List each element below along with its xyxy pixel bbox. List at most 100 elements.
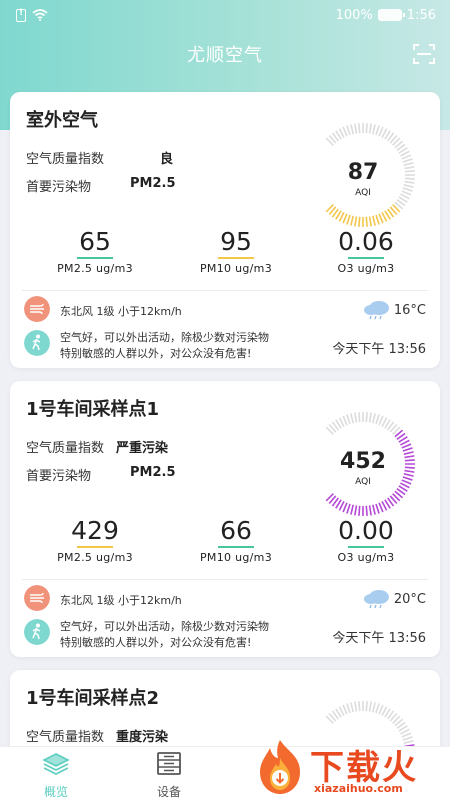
aqi-level: 严重污染 bbox=[116, 441, 169, 456]
gauge-tick bbox=[402, 447, 413, 452]
page-title: 尤顺空气 bbox=[187, 45, 263, 66]
gauge-tick bbox=[346, 703, 351, 714]
gauge-tick bbox=[368, 216, 372, 227]
gauge-tick bbox=[403, 451, 414, 455]
metric-value: 0.00 bbox=[338, 516, 394, 545]
pollutant-value: PM2.5 bbox=[130, 176, 176, 191]
gauge-tick bbox=[346, 414, 351, 425]
gauge-tick bbox=[350, 215, 354, 226]
app-header: 尤顺空气 bbox=[0, 36, 450, 72]
gauge-tick bbox=[368, 701, 372, 712]
metric-bar bbox=[218, 257, 254, 259]
gauge-tick bbox=[404, 459, 415, 462]
metric-bar bbox=[77, 546, 113, 548]
gauge-tick bbox=[378, 415, 384, 426]
gauge-tick bbox=[401, 190, 412, 196]
metric-bar bbox=[348, 257, 384, 259]
gauge-tick bbox=[375, 214, 380, 225]
gauge-tick bbox=[372, 215, 376, 226]
metric-label: PM2.5 ug/m3 bbox=[57, 262, 133, 275]
advice-text: 空气好，可以外出活动，除极少数对污染物 特别敏感的人群以外，对公众没有危害! bbox=[60, 619, 330, 651]
advice-line-2: 特别敏感的人群以外，对公众没有危害! bbox=[60, 636, 252, 649]
wind-icon bbox=[24, 585, 50, 611]
flame-logo-icon bbox=[260, 740, 300, 794]
gauge-tick bbox=[350, 504, 354, 515]
metric-pm10: 95 PM10 ug/m3 bbox=[176, 227, 296, 276]
cloud-rain-icon bbox=[364, 301, 389, 320]
gauge-tick bbox=[354, 701, 358, 712]
gauge-tick bbox=[346, 214, 351, 225]
metric-pm25: 65 PM2.5 ug/m3 bbox=[35, 228, 155, 276]
metric-value: 0.06 bbox=[338, 227, 394, 256]
update-time: 今天下午 13:56 bbox=[332, 631, 426, 646]
gauge-tick bbox=[402, 187, 413, 192]
wind-text: 东北风 1级 小于12km/h bbox=[60, 305, 182, 318]
aqi-gauge: 452 AQI bbox=[325, 412, 415, 516]
gauge-tick bbox=[365, 216, 368, 227]
tab-label: 设备 bbox=[156, 785, 181, 799]
gauge-tick bbox=[358, 505, 361, 516]
cloud-rain-icon bbox=[364, 590, 389, 609]
card-title: 1号车间采样点2 bbox=[26, 688, 160, 709]
gauge-tick bbox=[378, 213, 384, 224]
walking-person-icon bbox=[24, 330, 50, 356]
gauge-tick bbox=[401, 443, 412, 449]
advice-line-1: 空气好，可以外出活动，除极少数对污染物 bbox=[60, 620, 269, 633]
gauge-tick bbox=[354, 123, 358, 134]
aqi-label: 空气质量指数 bbox=[26, 152, 105, 167]
aqi-label: 空气质量指数 bbox=[26, 441, 105, 456]
wind-text: 东北风 1级 小于12km/h bbox=[60, 594, 182, 607]
gauge-tick bbox=[404, 166, 415, 170]
gauge-tick bbox=[365, 123, 368, 134]
status-left bbox=[16, 8, 48, 22]
gauge-tick bbox=[342, 502, 348, 513]
watermark-logo: 下载火 xiazaihuo.com bbox=[252, 738, 442, 800]
metric-value: 66 bbox=[220, 516, 252, 545]
layers-icon bbox=[42, 753, 70, 775]
gauge-tick bbox=[375, 414, 380, 425]
advice-line-2: 特别敏感的人群以外，对公众没有危害! bbox=[60, 347, 252, 360]
device-icon bbox=[157, 752, 181, 775]
air-card-sample-point-1[interactable]: 1号车间采样点1 空气质量指数 严重污染 首要污染物 PM2.5 452 AQI … bbox=[10, 381, 440, 657]
gauge-tick bbox=[354, 216, 358, 227]
sim-alert-icon bbox=[16, 8, 26, 22]
gauge-tick bbox=[350, 124, 354, 135]
gauge-tick bbox=[375, 125, 380, 136]
gauge-tick bbox=[403, 473, 414, 477]
aqi-unit: AQI bbox=[355, 477, 371, 487]
gauge-tick bbox=[378, 126, 384, 137]
gauge-tick bbox=[346, 503, 351, 514]
divider bbox=[22, 290, 428, 291]
temperature: 16°C bbox=[393, 303, 426, 318]
gauge-tick bbox=[358, 123, 361, 134]
gauge-tick bbox=[404, 469, 415, 473]
gauge-tick bbox=[401, 154, 412, 160]
metric-pm25: 429 PM2.5 ug/m3 bbox=[35, 517, 155, 565]
tab-label: 概览 bbox=[43, 785, 68, 799]
gauge-tick bbox=[404, 466, 415, 469]
air-card-outdoor[interactable]: 室外空气 空气质量指数 良 首要污染物 PM2.5 87 AQI 65 PM2.5… bbox=[10, 92, 440, 368]
gauge-tick bbox=[372, 124, 376, 135]
tab-devices[interactable]: 设备 bbox=[134, 751, 204, 800]
gauge-tick bbox=[375, 503, 380, 514]
advice-line-1: 空气好，可以外出活动，除极少数对污染物 bbox=[60, 331, 269, 344]
pollutant-label: 首要污染物 bbox=[26, 180, 92, 195]
metric-value: 95 bbox=[220, 227, 252, 256]
gauge-tick bbox=[358, 216, 361, 227]
metric-bar bbox=[77, 257, 113, 259]
gauge-tick bbox=[402, 476, 413, 481]
aqi-level: 良 bbox=[160, 152, 174, 167]
metric-label: O3 ug/m3 bbox=[337, 262, 395, 275]
status-right: 100% 1:56 bbox=[336, 8, 436, 23]
temperature: 20°C bbox=[393, 592, 426, 607]
advice-text: 空气好，可以外出活动，除极少数对污染物 特别敏感的人群以外，对公众没有危害! bbox=[60, 330, 330, 362]
gauge-tick bbox=[342, 704, 348, 715]
tab-overview[interactable]: 概览 bbox=[21, 751, 91, 800]
wifi-icon bbox=[32, 9, 48, 21]
gauge-tick bbox=[402, 158, 413, 163]
scan-button[interactable] bbox=[412, 42, 436, 66]
gauge-tick bbox=[358, 701, 361, 712]
metric-o3: 0.06 O3 ug/m3 bbox=[306, 227, 426, 276]
gauge-tick bbox=[346, 125, 351, 136]
watermark-url: xiazaihuo.com bbox=[314, 782, 403, 795]
